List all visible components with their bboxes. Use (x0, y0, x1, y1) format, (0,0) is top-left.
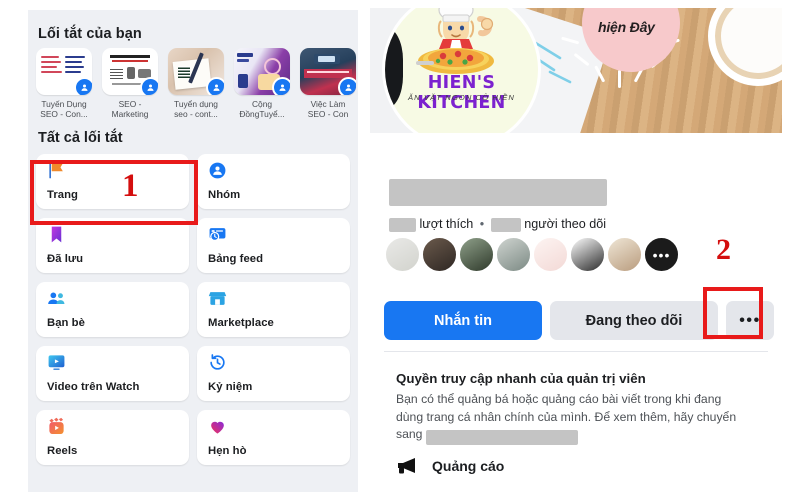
shortcut-thumbnail (300, 48, 356, 95)
group-icon (74, 77, 92, 95)
dating-heart-icon (208, 417, 227, 436)
message-button[interactable]: Nhắn tin (384, 301, 542, 340)
shortcut-label: Tuyến Dụng SEO - Con... (40, 99, 88, 120)
groups-icon (208, 161, 227, 180)
friends-icon (47, 289, 66, 308)
follower-avatars[interactable]: ••• (385, 237, 681, 272)
group-icon (206, 77, 224, 95)
menu-item-label: Video trên Watch (47, 381, 140, 393)
shortcut-item[interactable]: Tuyến Dụng SEO - Con... (36, 48, 92, 126)
section-divider (384, 351, 768, 352)
menu-item-bang-feed[interactable]: Bảng feed (197, 218, 350, 273)
group-icon (140, 77, 158, 95)
menu-item-reels[interactable]: Reels (36, 410, 189, 465)
follower-avatar (607, 237, 642, 272)
followers-count-redacted (490, 217, 521, 232)
menu-item-label: Marketplace (208, 317, 274, 329)
follower-avatar (422, 237, 457, 272)
watch-icon (47, 353, 66, 372)
overflow-dots: ••• (652, 246, 671, 263)
admin-section-title: Quyền truy cập nhanh của quản trị viên (396, 371, 646, 386)
menu-item-label: Bạn bè (47, 317, 85, 329)
shortcut-thumbnail (102, 48, 158, 95)
menu-item-label: Nhóm (208, 189, 241, 201)
bookmark-icon (47, 225, 66, 244)
stats-separator: • (479, 217, 485, 231)
all-shortcuts-heading: Tất cả lối tắt (38, 130, 123, 146)
menu-item-ky-niem[interactable]: Kỷ niệm (197, 346, 350, 401)
shortcut-item[interactable]: Tuyển dụng seo - cont... (168, 48, 224, 126)
highlight-box-step-1 (30, 160, 198, 225)
megaphone-icon (398, 458, 415, 474)
menu-item-label: Bảng feed (208, 253, 264, 265)
menu-item-marketplace[interactable]: Marketplace (197, 282, 350, 337)
shortcut-label: SEO - Marketing (111, 99, 149, 120)
likes-label: lượt thích (419, 217, 474, 231)
screenshot-stage: Lối tắt của bạn Tuyến Dụng SEO - Con... (0, 0, 800, 500)
follower-avatars-overflow[interactable]: ••• (644, 237, 679, 272)
group-icon (272, 77, 290, 95)
avatar-subtitle: ĂN VẶT NGON CÔ HIỀN (408, 93, 515, 102)
reels-icon (47, 417, 66, 436)
shortcut-label: Tuyển dụng seo - cont... (174, 99, 218, 120)
highlight-box-step-2 (703, 287, 763, 339)
follower-avatar (533, 237, 568, 272)
shortcut-item[interactable]: Cộng ĐồngTuyể... (234, 48, 290, 126)
admin-body-redacted (425, 430, 578, 446)
page-name-redacted (389, 179, 607, 206)
menu-item-hen-ho[interactable]: Hẹn hò (197, 410, 350, 465)
memories-clock-icon (208, 353, 227, 372)
menu-item-da-luu[interactable]: Đã lưu (36, 218, 189, 273)
menu-item-ban-be[interactable]: Bạn bè (36, 282, 189, 337)
menu-item-video-watch[interactable]: Video trên Watch (36, 346, 189, 401)
follower-avatar (570, 237, 605, 272)
shortcut-label: Cộng ĐồngTuyể... (239, 99, 285, 120)
following-button[interactable]: Đang theo dõi (550, 301, 718, 340)
menu-item-label: Hẹn hò (208, 445, 247, 457)
menu-item-nhom[interactable]: Nhóm (197, 154, 350, 209)
cover-sun-text: hiện Đây (598, 19, 655, 35)
feeds-icon (208, 225, 227, 244)
advertising-label: Quảng cáo (432, 458, 505, 474)
followers-label: người theo dõi (524, 217, 607, 231)
advertising-row[interactable]: Quảng cáo (396, 456, 504, 476)
shortcut-label: Việc Làm SEO - Con (307, 99, 349, 120)
menu-item-label: Đã lưu (47, 253, 84, 265)
step-number-1: 1 (122, 168, 139, 204)
likes-count-redacted (389, 217, 416, 232)
menu-item-label: Reels (47, 445, 78, 457)
menu-item-label: Kỷ niệm (208, 381, 253, 393)
shortcut-thumbnail (36, 48, 92, 95)
shortcut-thumbnail (168, 48, 224, 95)
shortcuts-row[interactable]: Tuyến Dụng SEO - Con... SEO - Marketing (36, 48, 358, 126)
marketplace-icon (208, 289, 227, 308)
shortcut-thumbnail (234, 48, 290, 95)
cover-photo[interactable]: hiện Đây HIEN'S KITCHEN ĂN VẶT NGON CÔ H… (370, 8, 782, 133)
follower-avatar (459, 237, 494, 272)
group-icon (338, 77, 356, 95)
follower-avatar (496, 237, 531, 272)
shortcuts-heading: Lối tắt của bạn (38, 26, 142, 42)
step-number-2: 2 (716, 233, 731, 266)
shortcut-item[interactable]: SEO - Marketing (102, 48, 158, 126)
chef-pizza-illustration (415, 8, 494, 74)
shortcut-item[interactable]: Việc Làm SEO - Con (300, 48, 356, 126)
page-stats: lượt thích • người theo dõi (389, 217, 606, 232)
admin-section-body: Bạn có thể quảng bá hoặc quảng cáo bài v… (396, 391, 748, 446)
facebook-menu-panel: Lối tắt của bạn Tuyến Dụng SEO - Con... (28, 10, 358, 492)
page-avatar[interactable]: HIEN'S KITCHEN ĂN VẶT NGON CÔ HIỀN (382, 8, 541, 133)
follower-avatar (385, 237, 420, 272)
